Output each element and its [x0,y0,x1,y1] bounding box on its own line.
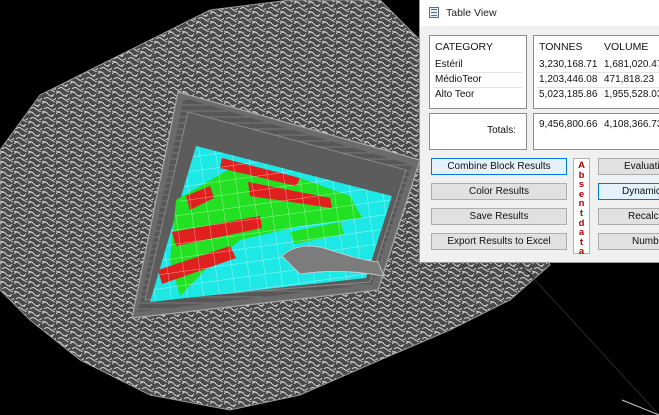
export-results-excel-button[interactable]: Export Results to Excel [431,233,567,250]
table-icon [429,7,439,18]
dynamic-button[interactable]: Dynamic F [598,183,659,200]
category-list[interactable]: CATEGORY Estéril MédioTeor Alto Teor [429,35,527,109]
category-row: MédioTeor [435,74,482,85]
volume-cell: 471,818.23 [604,74,655,85]
color-results-button[interactable]: Color Results [431,183,567,200]
totals-label: Totals: [487,125,516,136]
tonnes-header: TONNES [539,41,583,53]
totals-volume: 4,108,366.73 [604,119,659,130]
totals-label-box: Totals: [429,113,527,150]
volume-cell: 1,955,528.03 [604,89,659,100]
window-title: Table View [446,7,497,19]
table-view-window: Table View CATEGORY Estéril MédioTeor Al… [419,0,659,263]
tonnes-cell: 3,230,168.71 [539,59,598,70]
category-row: Estéril [435,59,463,70]
totals-box: 9,456,800.66 4,108,366.73 [533,113,659,150]
totals-tonnes: 9,456,800.66 [539,119,598,130]
volume-header: VOLUME [604,41,649,53]
tonnes-cell: 5,023,185.86 [539,89,598,100]
title-bar: Table View [420,0,659,26]
number-button[interactable]: Numbe [598,233,659,250]
evaluation-button[interactable]: Evaluation [598,158,659,175]
volume-cell: 1,681,020.47 [604,59,659,70]
save-results-button[interactable]: Save Results [431,208,567,225]
tonnes-cell: 1,203,446.08 [539,74,598,85]
results-table[interactable]: TONNES VOLUME 3,230,168.71 1,681,020.47 … [533,35,659,109]
vertical-letter: a [578,246,585,258]
combine-block-results-button[interactable]: Combine Block Results [431,158,567,175]
absent-data-vertical-label: Absentdata [573,158,590,258]
recalculate-button[interactable]: Recalcu [598,208,659,225]
category-header: CATEGORY [435,41,493,53]
category-row: Alto Teor [435,89,475,100]
